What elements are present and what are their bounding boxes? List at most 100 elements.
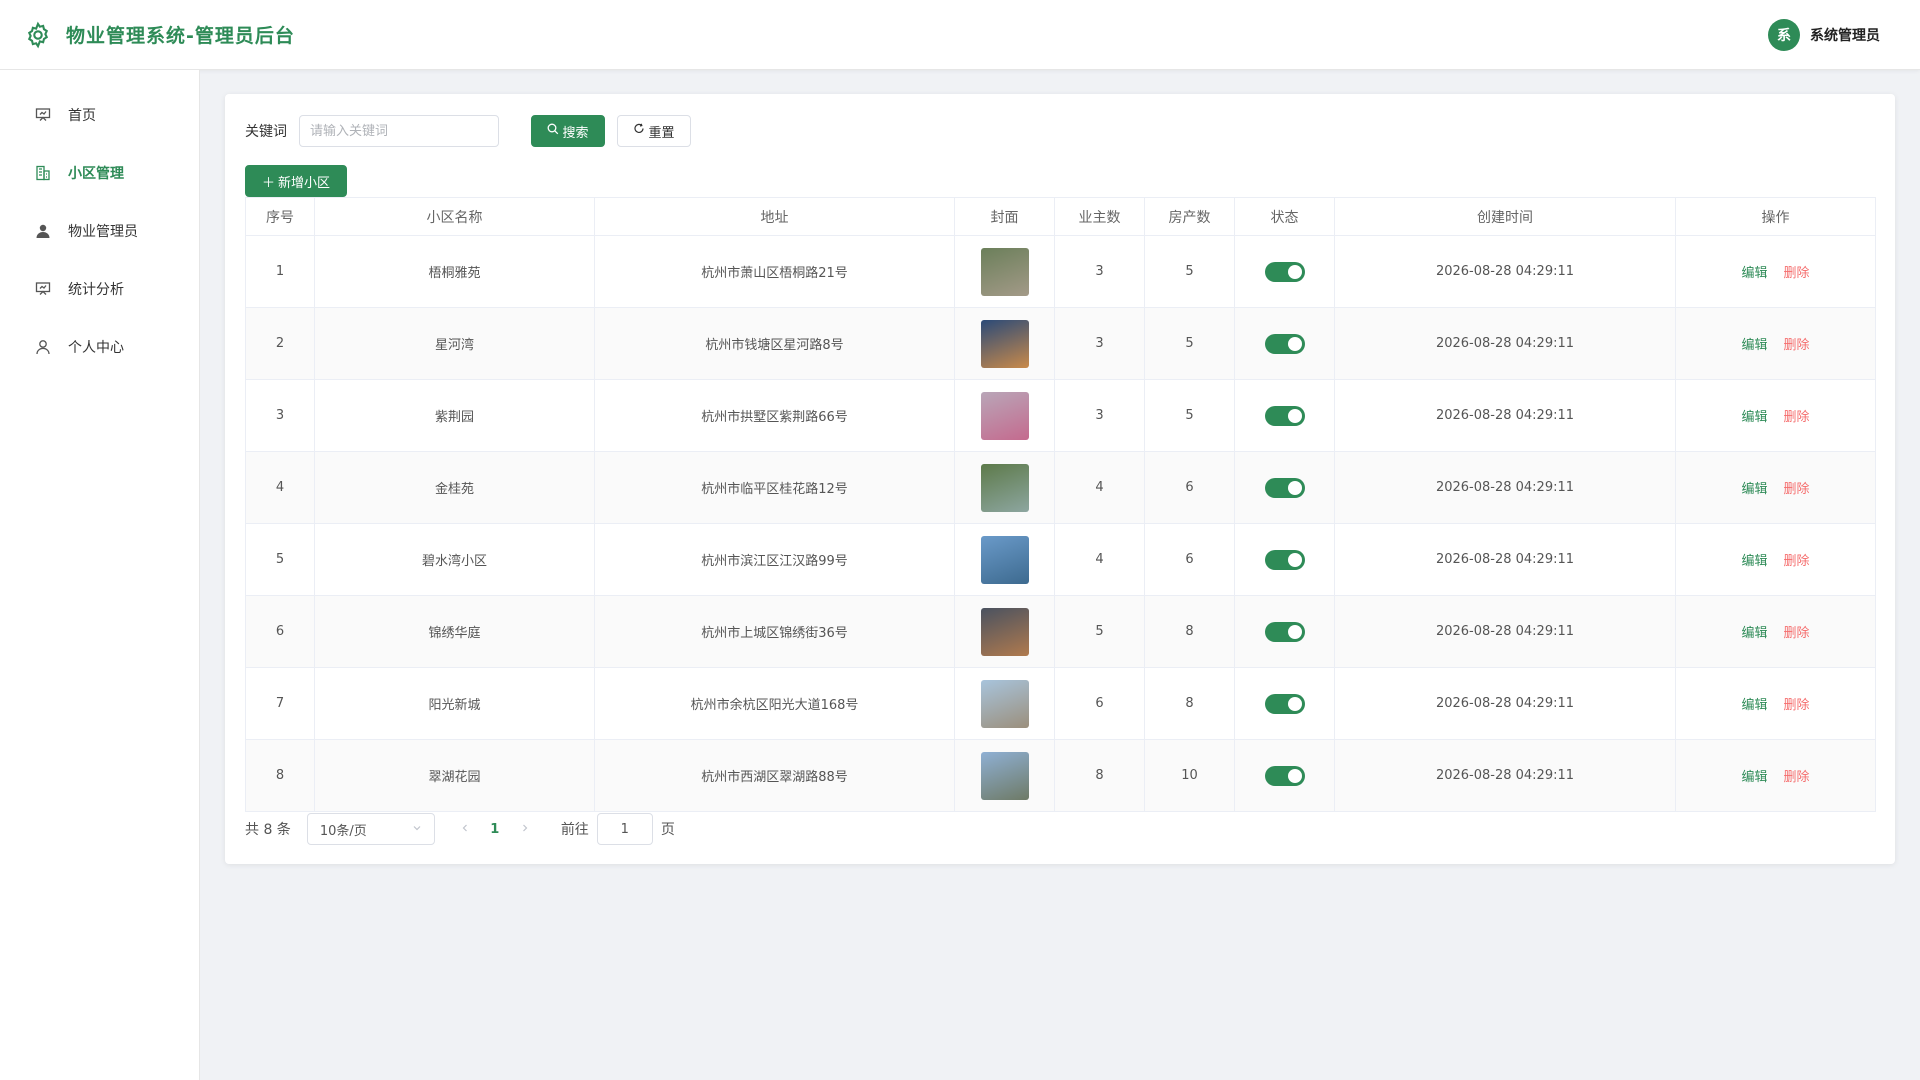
edit-link[interactable]: 编辑 <box>1741 338 1767 353</box>
cell-no: 5 <box>245 523 315 596</box>
next-page-button[interactable] <box>517 821 533 837</box>
edit-link[interactable]: 编辑 <box>1741 482 1767 497</box>
table-row: 2 星河湾 杭州市钱塘区星河路8号 3 5 2026-08-28 04:29:1… <box>245 307 1876 380</box>
search-button-label: 搜索 <box>562 125 589 141</box>
user-outline-icon <box>34 338 52 356</box>
status-toggle[interactable] <box>1264 477 1305 498</box>
table-header-row: 序号 小区名称 地址 封面 业主数 房产数 状态 创建时间 操作 <box>245 197 1876 236</box>
table-row: 8 翠湖花园 杭州市西湖区翠湖路88号 8 10 2026-08-28 04:2… <box>245 739 1876 812</box>
cell-owners: 4 <box>1054 523 1145 596</box>
cover-image[interactable] <box>980 391 1029 440</box>
table-row: 5 碧水湾小区 杭州市滨江区江汉路99号 4 6 2026-08-28 04:2… <box>245 523 1876 596</box>
cover-image[interactable] <box>980 751 1029 800</box>
keyword-label: 关键词 <box>245 124 287 140</box>
cell-address: 杭州市西湖区翠湖路88号 <box>594 739 955 812</box>
cell-actions: 编辑 删除 <box>1675 307 1876 380</box>
avatar[interactable]: 系 <box>1768 19 1800 51</box>
cell-status <box>1234 523 1335 596</box>
cover-image[interactable] <box>980 679 1029 728</box>
status-toggle[interactable] <box>1264 261 1305 282</box>
cell-actions: 编辑 删除 <box>1675 235 1876 308</box>
prev-page-button[interactable] <box>457 821 473 837</box>
cell-owners: 4 <box>1054 451 1145 524</box>
delete-link[interactable]: 删除 <box>1784 266 1810 281</box>
cell-name: 翠湖花园 <box>314 739 595 812</box>
cell-actions: 编辑 删除 <box>1675 523 1876 596</box>
cell-name: 金桂苑 <box>314 451 595 524</box>
status-toggle[interactable] <box>1264 621 1305 642</box>
search-bar: 关键词 搜索 重置 <box>245 115 691 147</box>
delete-link[interactable]: 删除 <box>1784 698 1810 713</box>
cell-cover <box>954 739 1055 812</box>
goto-label: 前往 <box>560 822 589 838</box>
cell-name: 紫荆园 <box>314 379 595 452</box>
edit-link[interactable]: 编辑 <box>1741 410 1767 425</box>
goto-page-input[interactable] <box>596 813 653 845</box>
delete-link[interactable]: 删除 <box>1784 482 1810 497</box>
cell-created: 2026-08-28 04:29:11 <box>1334 451 1676 524</box>
edit-link[interactable]: 编辑 <box>1741 770 1767 785</box>
cell-name: 碧水湾小区 <box>314 523 595 596</box>
cell-cover <box>954 451 1055 524</box>
sidebar-item-label: 物业管理员 <box>68 224 138 240</box>
status-toggle[interactable] <box>1264 405 1305 426</box>
col-header-created: 创建时间 <box>1334 197 1676 236</box>
table-row: 1 梧桐雅苑 杭州市萧山区梧桐路21号 3 5 2026-08-28 04:29… <box>245 235 1876 308</box>
table-row: 7 阳光新城 杭州市余杭区阳光大道168号 6 8 2026-08-28 04:… <box>245 667 1876 740</box>
cell-address: 杭州市滨江区江汉路99号 <box>594 523 955 596</box>
cell-name: 阳光新城 <box>314 667 595 740</box>
edit-link[interactable]: 编辑 <box>1741 698 1767 713</box>
cell-address: 杭州市拱墅区紫荆路66号 <box>594 379 955 452</box>
status-toggle[interactable] <box>1264 765 1305 786</box>
edit-link[interactable]: 编辑 <box>1741 626 1767 641</box>
table-row: 4 金桂苑 杭州市临平区桂花路12号 4 6 2026-08-28 04:29:… <box>245 451 1876 524</box>
cover-image[interactable] <box>980 607 1029 656</box>
status-toggle[interactable] <box>1264 549 1305 570</box>
cover-image[interactable] <box>980 247 1029 296</box>
cell-cover <box>954 307 1055 380</box>
table-row: 3 紫荆园 杭州市拱墅区紫荆路66号 3 5 2026-08-28 04:29:… <box>245 379 1876 452</box>
delete-link[interactable]: 删除 <box>1784 554 1810 569</box>
cover-image[interactable] <box>980 463 1029 512</box>
col-header-status: 状态 <box>1234 197 1335 236</box>
page-number[interactable]: 1 <box>485 822 505 837</box>
delete-link[interactable]: 删除 <box>1784 770 1810 785</box>
status-toggle[interactable] <box>1264 693 1305 714</box>
delete-link[interactable]: 删除 <box>1784 338 1810 353</box>
user-menu[interactable]: 系 系统管理员 <box>1768 19 1880 51</box>
cell-owners: 3 <box>1054 235 1145 308</box>
page-size-select[interactable]: 10条/页 <box>306 813 435 845</box>
cell-no: 4 <box>245 451 315 524</box>
cell-properties: 6 <box>1144 523 1235 596</box>
status-toggle[interactable] <box>1264 333 1305 354</box>
cell-cover <box>954 667 1055 740</box>
keyword-input[interactable] <box>299 115 499 147</box>
cover-image[interactable] <box>980 319 1029 368</box>
search-button[interactable]: 搜索 <box>531 115 605 147</box>
reset-button[interactable]: 重置 <box>617 115 691 147</box>
cell-name: 锦绣华庭 <box>314 595 595 668</box>
edit-link[interactable]: 编辑 <box>1741 554 1767 569</box>
delete-link[interactable]: 删除 <box>1784 410 1810 425</box>
edit-link[interactable]: 编辑 <box>1741 266 1767 281</box>
cell-actions: 编辑 删除 <box>1675 739 1876 812</box>
cell-created: 2026-08-28 04:29:11 <box>1334 235 1676 308</box>
cell-owners: 8 <box>1054 739 1145 812</box>
cell-actions: 编辑 删除 <box>1675 595 1876 668</box>
sidebar-item-profile[interactable]: 个人中心 <box>0 318 199 376</box>
sidebar-item-property-admins[interactable]: 物业管理员 <box>0 202 199 260</box>
cell-properties: 8 <box>1144 595 1235 668</box>
sidebar-item-statistics[interactable]: 统计分析 <box>0 260 199 318</box>
add-community-button[interactable]: ＋ 新增小区 <box>245 165 347 197</box>
cell-actions: 编辑 删除 <box>1675 667 1876 740</box>
delete-link[interactable]: 删除 <box>1784 626 1810 641</box>
username[interactable]: 系统管理员 <box>1810 25 1880 45</box>
sidebar-item-home[interactable]: 首页 <box>0 86 199 144</box>
sidebar-item-community[interactable]: 小区管理 <box>0 144 199 202</box>
sidebar-item-label: 小区管理 <box>68 166 124 182</box>
total-count: 共 8 条 <box>245 822 291 838</box>
sidebar: 首页 小区管理 物业管理员 统计分析 个人中心 <box>0 70 200 1080</box>
cover-image[interactable] <box>980 535 1029 584</box>
chevron-down-icon <box>412 822 422 837</box>
content-card: 关键词 搜索 重置 ＋ 新增小区 序号 小区名称 地址 封面 <box>225 94 1895 864</box>
